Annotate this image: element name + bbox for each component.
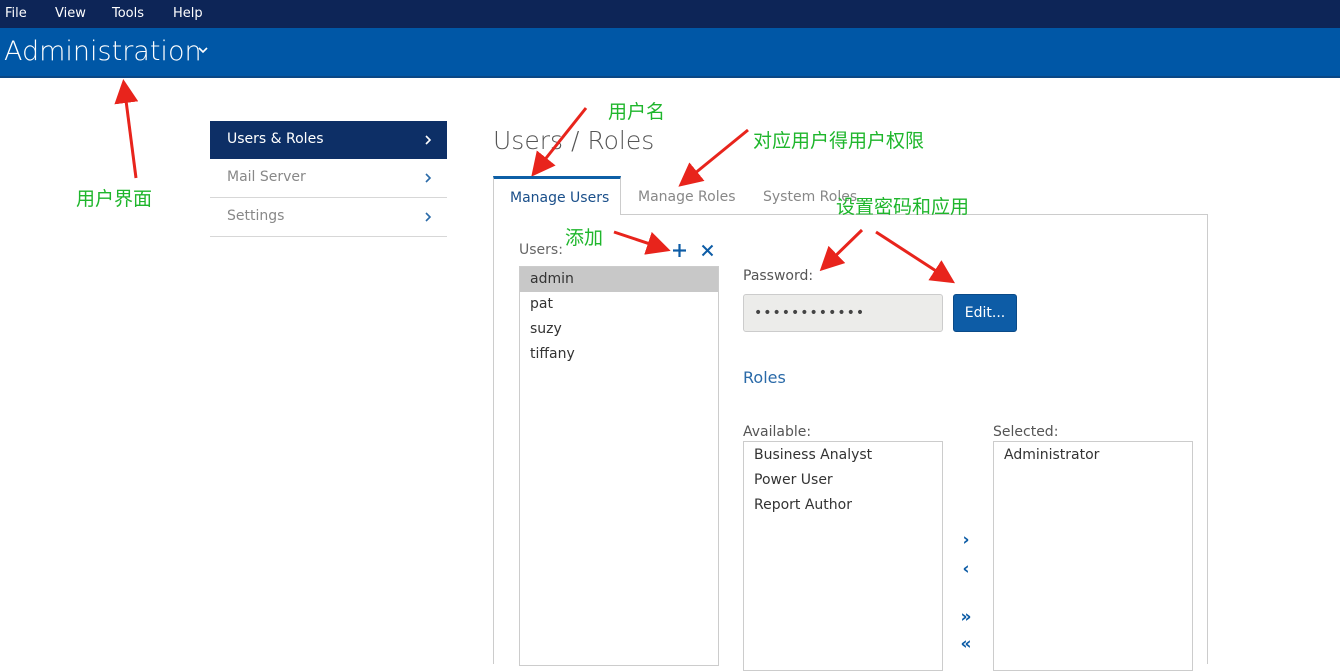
user-list-item[interactable]: admin	[520, 267, 718, 292]
move-left-button[interactable]: ‹	[958, 559, 974, 579]
menu-file[interactable]: File	[5, 0, 27, 28]
add-user-icon[interactable]	[671, 242, 688, 259]
annotation-add: 添加	[565, 227, 604, 249]
sidenav-item-label: Users & Roles	[227, 131, 324, 147]
user-list-item[interactable]: pat	[520, 292, 718, 317]
edit-password-button[interactable]: Edit...	[953, 294, 1017, 332]
available-roles-list[interactable]: Business Analyst Power User Report Autho…	[743, 441, 943, 671]
password-field[interactable]: ••••••••••••	[743, 294, 943, 332]
page-title: Users / Roles	[493, 126, 655, 155]
annotation-username: 用户名	[608, 101, 666, 123]
available-role-item[interactable]: Report Author	[744, 493, 942, 518]
sidenav-item-settings[interactable]: Settings	[210, 198, 447, 237]
user-list-item[interactable]: suzy	[520, 317, 718, 342]
users-label: Users:	[519, 242, 563, 258]
tab-label: Manage Roles	[638, 189, 736, 205]
menu-help[interactable]: Help	[173, 0, 203, 28]
annotation-set-password: 设置密码和应用	[836, 196, 970, 218]
menu-bar: File View Tools Help	[0, 0, 1340, 28]
delete-user-icon[interactable]	[700, 243, 715, 258]
sidenav-item-label: Mail Server	[227, 169, 306, 185]
chevron-right-icon	[425, 212, 432, 222]
roles-heading: Roles	[743, 368, 786, 387]
sidenav-item-users-roles[interactable]: Users & Roles	[210, 121, 447, 159]
arrow-to-manage-roles	[678, 128, 749, 187]
selected-roles-label: Selected:	[993, 424, 1059, 440]
move-right-button[interactable]: ›	[958, 530, 974, 550]
move-all-left-button[interactable]: «	[958, 634, 974, 654]
available-role-item[interactable]: Business Analyst	[744, 443, 942, 468]
menu-tools[interactable]: Tools	[112, 0, 144, 28]
arrow-to-admin-title	[114, 79, 139, 179]
side-nav: Users & Roles Mail Server Settings	[210, 121, 447, 237]
user-list-item[interactable]: tiffany	[520, 342, 718, 367]
available-role-item[interactable]: Power User	[744, 468, 942, 493]
annotation-role-permissions: 对应用户得用户权限	[753, 130, 925, 152]
move-all-right-button[interactable]: »	[958, 607, 974, 627]
app-title[interactable]: Administration	[4, 35, 202, 69]
annotation-user-interface: 用户界面	[76, 188, 153, 210]
password-label: Password:	[743, 268, 814, 284]
tab-manage-users[interactable]: Manage Users	[493, 176, 621, 215]
sidenav-item-mail-server[interactable]: Mail Server	[210, 159, 447, 198]
sidenav-item-label: Settings	[227, 208, 285, 224]
chevron-right-icon	[425, 135, 432, 145]
selected-role-item[interactable]: Administrator	[994, 443, 1192, 468]
app-header: Administration	[0, 28, 1340, 78]
menu-view[interactable]: View	[55, 0, 86, 28]
tab-label: Manage Users	[510, 190, 610, 206]
selected-roles-list[interactable]: Administrator	[993, 441, 1193, 671]
available-roles-label: Available:	[743, 424, 812, 440]
chevron-down-icon[interactable]	[196, 43, 210, 57]
user-list[interactable]: admin pat suzy tiffany	[519, 266, 719, 666]
chevron-right-icon	[425, 173, 432, 183]
